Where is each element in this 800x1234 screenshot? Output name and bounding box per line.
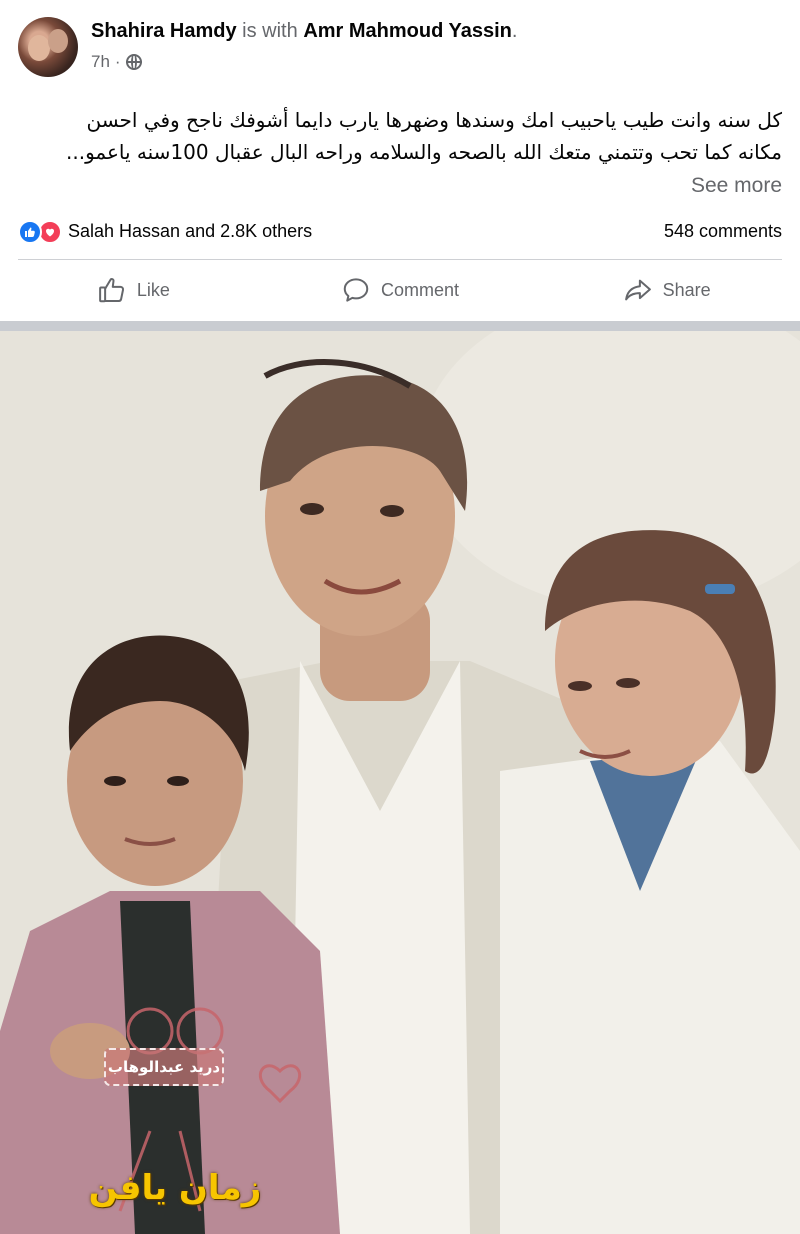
comment-bubble-icon: [343, 278, 369, 302]
author-avatar[interactable]: [18, 17, 78, 77]
post-time[interactable]: 7h: [91, 52, 110, 72]
caption-line: كل سنه وانت طيب ياحبيب امك وسندها وضهرها…: [86, 108, 782, 132]
photo-watermark: دريد عبدالوهاب زمان يافن: [60, 1008, 290, 1228]
with-text: is with: [242, 20, 298, 42]
share-label: Share: [662, 279, 711, 300]
avatar-face: [48, 29, 68, 53]
see-more-link[interactable]: See more: [691, 174, 782, 198]
post-header: Shahira Hamdy is with Amr Mahmoud Yassin…: [0, 0, 800, 92]
comment-button[interactable]: Comment: [267, 262, 534, 318]
watermark-box: دريد عبدالوهاب: [104, 1048, 224, 1086]
comment-label: Comment: [380, 279, 460, 300]
share-button[interactable]: Share: [533, 262, 800, 318]
share-arrow-icon: [624, 279, 651, 301]
meta-separator: ·: [114, 52, 121, 71]
caption-line: مكانه كما تحب وتتمني متعك الله بالصحه وا…: [66, 140, 782, 164]
comments-count[interactable]: 548 comments: [664, 221, 782, 242]
post-photo[interactable]: دريد عبدالوهاب زمان يافن: [0, 331, 800, 1234]
reaction-summary[interactable]: Salah Hassan and 2.8K others: [68, 221, 312, 242]
facebook-post: Shahira Hamdy is with Amr Mahmoud Yassin…: [0, 0, 800, 1234]
divider: [18, 259, 782, 260]
thumbs-up-icon: [98, 278, 124, 303]
reaction-icons[interactable]: [18, 219, 68, 244]
like-icon: [18, 220, 42, 244]
feed-separator: [0, 321, 800, 331]
tagged-name[interactable]: Amr Mahmoud Yassin: [303, 20, 512, 42]
post-caption: كل سنه وانت طيب ياحبيب امك وسندها وضهرها…: [18, 104, 782, 168]
avatar-face: [28, 35, 50, 61]
author-line: Shahira Hamdy is with Amr Mahmoud Yassin…: [91, 18, 517, 44]
tagged-suffix: .: [511, 20, 518, 42]
watermark-title: زمان يافن: [88, 1168, 262, 1208]
post-meta: 7h ·: [91, 52, 142, 72]
action-bar: Like Comment Share: [0, 262, 800, 318]
like-button[interactable]: Like: [0, 262, 267, 318]
reactions-bar: Salah Hassan and 2.8K others 548 comment…: [18, 217, 782, 245]
author-name[interactable]: Shahira Hamdy: [91, 20, 237, 42]
like-label: Like: [136, 279, 170, 300]
globe-icon[interactable]: [125, 54, 142, 70]
